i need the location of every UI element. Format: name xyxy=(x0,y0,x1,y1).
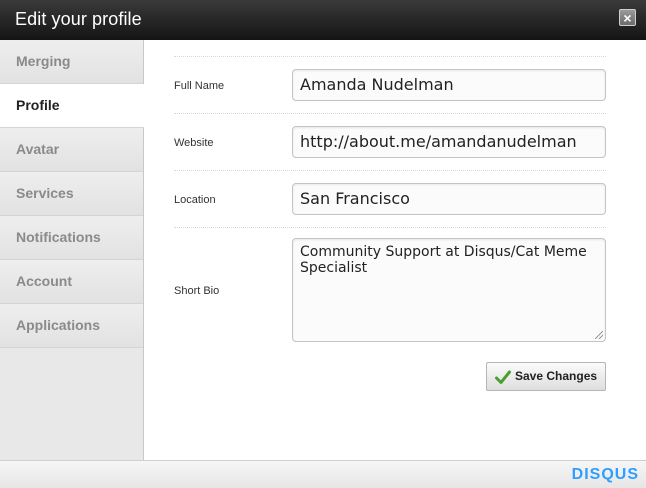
sidebar: Merging Profile Avatar Services Notifica… xyxy=(0,40,144,460)
sidebar-item-services[interactable]: Services xyxy=(0,172,143,216)
sidebar-item-notifications[interactable]: Notifications xyxy=(0,216,143,260)
website-row: Website http://about.me/amandanudelman xyxy=(174,114,606,171)
resize-grip-icon[interactable] xyxy=(595,331,603,339)
sidebar-item-account[interactable]: Account xyxy=(0,260,143,304)
full-name-label: Full Name xyxy=(174,80,225,92)
website-input[interactable]: http://about.me/amandanudelman xyxy=(292,126,606,158)
sidebar-item-applications[interactable]: Applications xyxy=(0,304,143,348)
profile-form: Full Name Amanda Nudelman Website http:/… xyxy=(144,40,646,460)
sidebar-item-avatar[interactable]: Avatar xyxy=(0,128,143,172)
website-label: Website xyxy=(174,137,214,149)
bio-label: Short Bio xyxy=(174,285,220,297)
save-changes-button[interactable]: Save Changes xyxy=(486,362,606,391)
sidebar-item-profile[interactable]: Profile xyxy=(0,84,144,128)
bio-row: Short Bio Community Support at Disqus/Ca… xyxy=(174,228,606,352)
close-button[interactable]: × xyxy=(619,9,636,26)
full-name-row: Full Name Amanda Nudelman xyxy=(174,57,606,114)
location-input[interactable]: San Francisco xyxy=(292,183,606,215)
save-changes-label: Save Changes xyxy=(515,369,598,383)
location-label: Location xyxy=(174,194,216,206)
title-bar: Edit your profile × xyxy=(0,0,646,40)
bio-text: Community Support at Disqus/Cat Meme Spe… xyxy=(300,244,587,276)
full-name-input[interactable]: Amanda Nudelman xyxy=(292,69,606,101)
location-row: Location San Francisco xyxy=(174,171,606,228)
sidebar-item-merging[interactable]: Merging xyxy=(0,40,143,84)
disqus-logo: DISQUS xyxy=(571,466,639,483)
footer: DISQUS xyxy=(0,460,646,488)
checkmark-icon xyxy=(495,370,511,384)
bio-textarea[interactable]: Community Support at Disqus/Cat Meme Spe… xyxy=(292,238,606,342)
close-icon: × xyxy=(623,10,632,26)
window-title: Edit your profile xyxy=(15,9,142,29)
